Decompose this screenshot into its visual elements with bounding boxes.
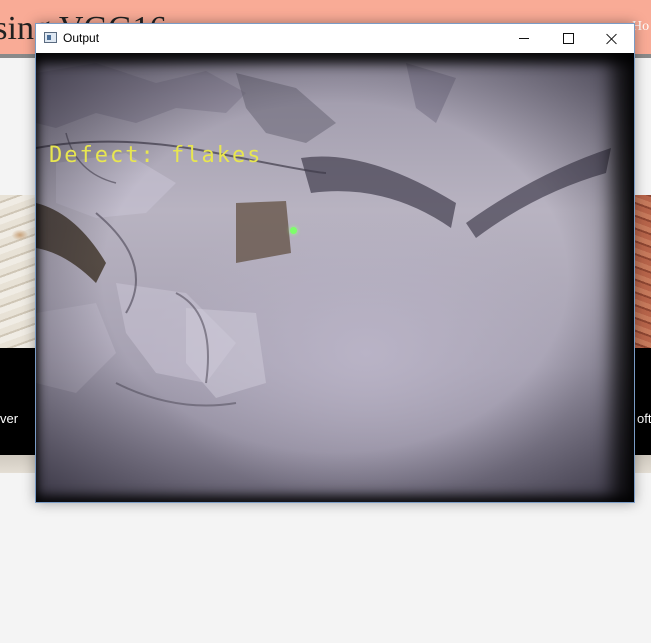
close-icon <box>606 33 618 45</box>
window-title: Output <box>63 31 100 45</box>
app-window-icon <box>44 32 57 43</box>
close-button[interactable] <box>590 24 634 53</box>
window-titlebar[interactable]: Output <box>36 24 634 53</box>
center-marker-dot <box>290 227 297 234</box>
minimize-icon <box>519 38 529 39</box>
camera-frame: Defect: flakes <box>36 53 634 502</box>
frame-dark-border <box>36 53 634 502</box>
card-caption-left: ver <box>0 411 19 426</box>
card-caption-right: oft <box>637 411 651 426</box>
card-image-left <box>0 195 40 348</box>
gallery-card-left[interactable]: ver <box>0 195 40 473</box>
output-window[interactable]: Output Defect: flakes <box>35 23 635 503</box>
defect-label: Defect: flakes <box>49 143 263 168</box>
maximize-icon <box>562 33 574 44</box>
maximize-button[interactable] <box>546 24 590 53</box>
minimize-button[interactable] <box>502 24 546 53</box>
card-footer-left <box>0 455 40 473</box>
card-caption-band-left: ver <box>0 348 40 455</box>
